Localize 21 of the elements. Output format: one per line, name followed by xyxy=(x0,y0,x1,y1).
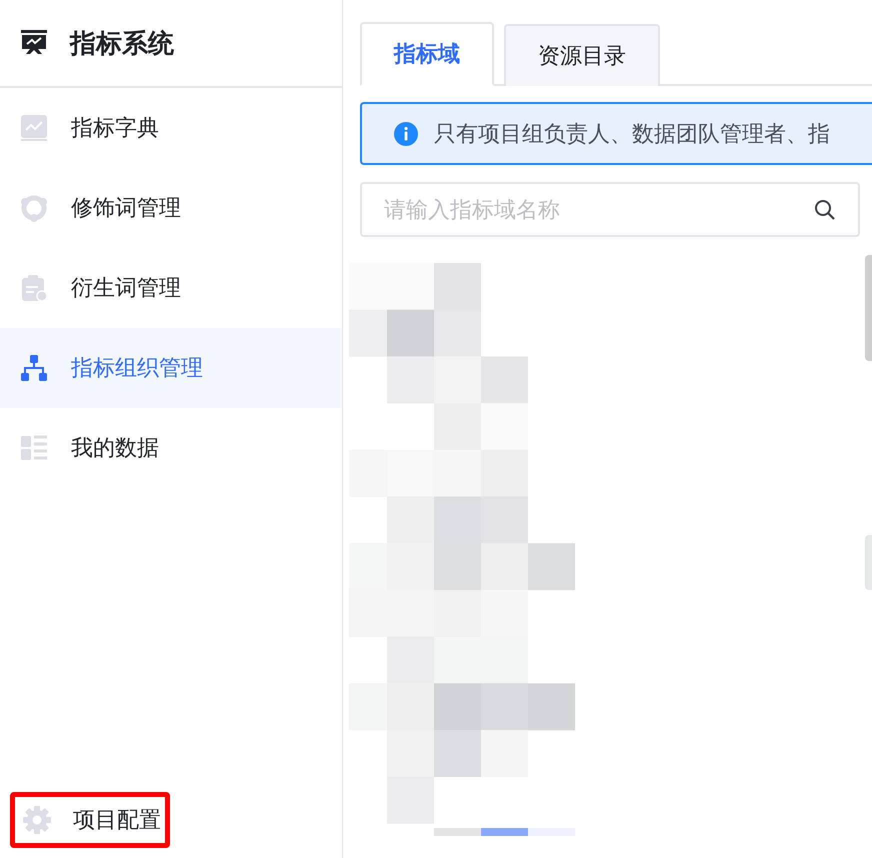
scrollbar-thumb[interactable] xyxy=(865,535,872,590)
sidebar-item[interactable]: 衍生词管理 xyxy=(0,248,342,328)
list-icon xyxy=(20,434,48,462)
presentation-chart-icon xyxy=(20,30,48,56)
tab[interactable]: 资源目录 xyxy=(504,24,660,86)
clipboard-icon xyxy=(20,274,48,302)
info-message: 只有项目组负责人、数据团队管理者、指 xyxy=(434,120,830,148)
app-title: 指标系统 xyxy=(70,26,174,60)
sidebar-item[interactable]: 修饰词管理 xyxy=(0,168,342,248)
sidebar-item[interactable]: 指标字典 xyxy=(0,88,342,168)
project-settings-item[interactable]: 项目配置 xyxy=(10,792,170,848)
search-icon xyxy=(814,199,836,221)
search-field[interactable]: 请输入指标域名称 xyxy=(360,182,860,237)
sidebar-item[interactable]: 指标组织管理 xyxy=(0,328,342,408)
tab[interactable]: 指标域 xyxy=(360,22,494,86)
chart-icon xyxy=(20,114,48,142)
org-chart-icon xyxy=(20,354,48,382)
scrollbar-thumb[interactable] xyxy=(865,255,872,361)
info-icon xyxy=(394,122,418,146)
sidebar-item[interactable]: 我的数据 xyxy=(0,408,342,488)
cycle-icon xyxy=(20,194,48,222)
